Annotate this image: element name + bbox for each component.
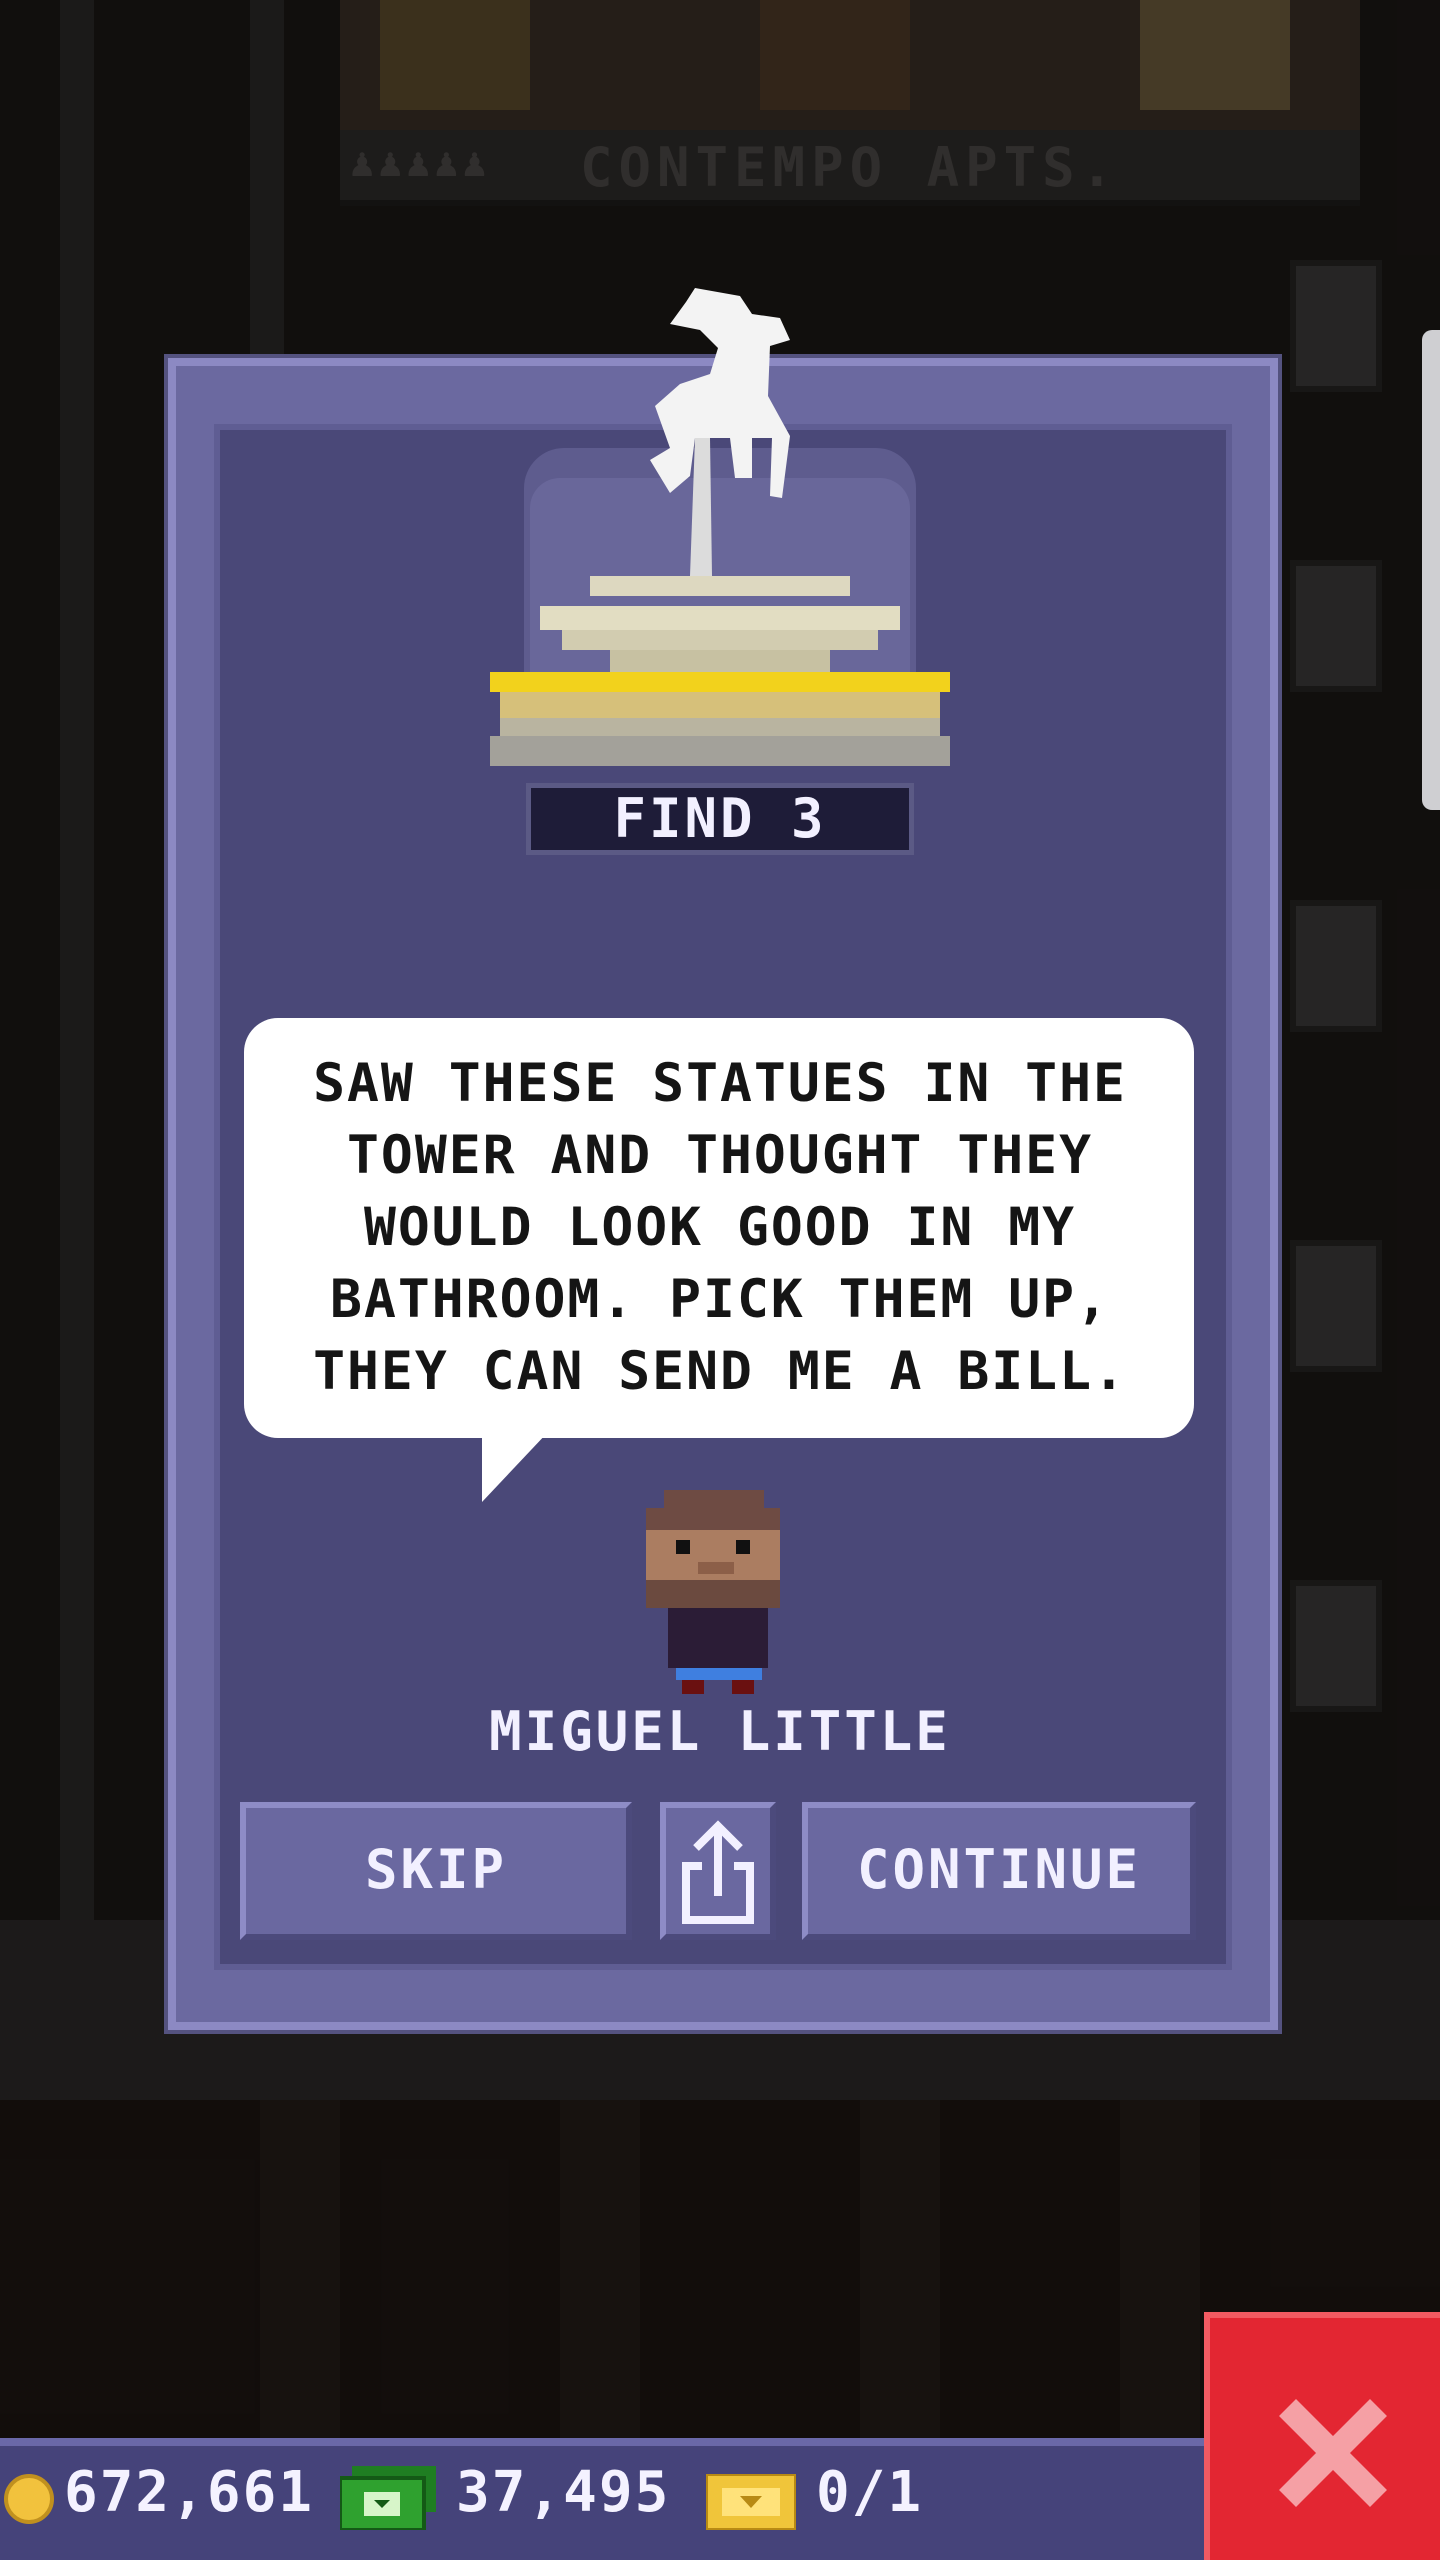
speech-message: SAW THESE STATUES IN THE TOWER AND THOUG… bbox=[313, 1053, 1127, 1402]
tickets-count: 0/1 bbox=[816, 2460, 924, 2525]
cash-icon bbox=[340, 2466, 436, 2530]
horse-statue-icon bbox=[490, 288, 950, 766]
share-button[interactable] bbox=[660, 1802, 776, 1940]
coin-icon bbox=[4, 2474, 54, 2524]
goal-label: FIND 3 bbox=[526, 783, 914, 855]
ticket-icon bbox=[706, 2474, 796, 2530]
continue-button[interactable]: CONTINUE bbox=[802, 1802, 1196, 1940]
speaker-name: MIGUEL LITTLE bbox=[489, 1700, 951, 1763]
speech-bubble-tail bbox=[482, 1432, 548, 1502]
character-avatar bbox=[646, 1490, 780, 1694]
bux-count: 37,495 bbox=[456, 2460, 671, 2525]
share-icon bbox=[682, 1820, 754, 1924]
skip-button[interactable]: SKIP bbox=[240, 1802, 632, 1940]
side-scroll-tab[interactable] bbox=[1422, 330, 1440, 810]
close-icon bbox=[1279, 2399, 1387, 2507]
close-button[interactable] bbox=[1204, 2312, 1440, 2560]
coins-count: 672,661 bbox=[64, 2460, 315, 2525]
